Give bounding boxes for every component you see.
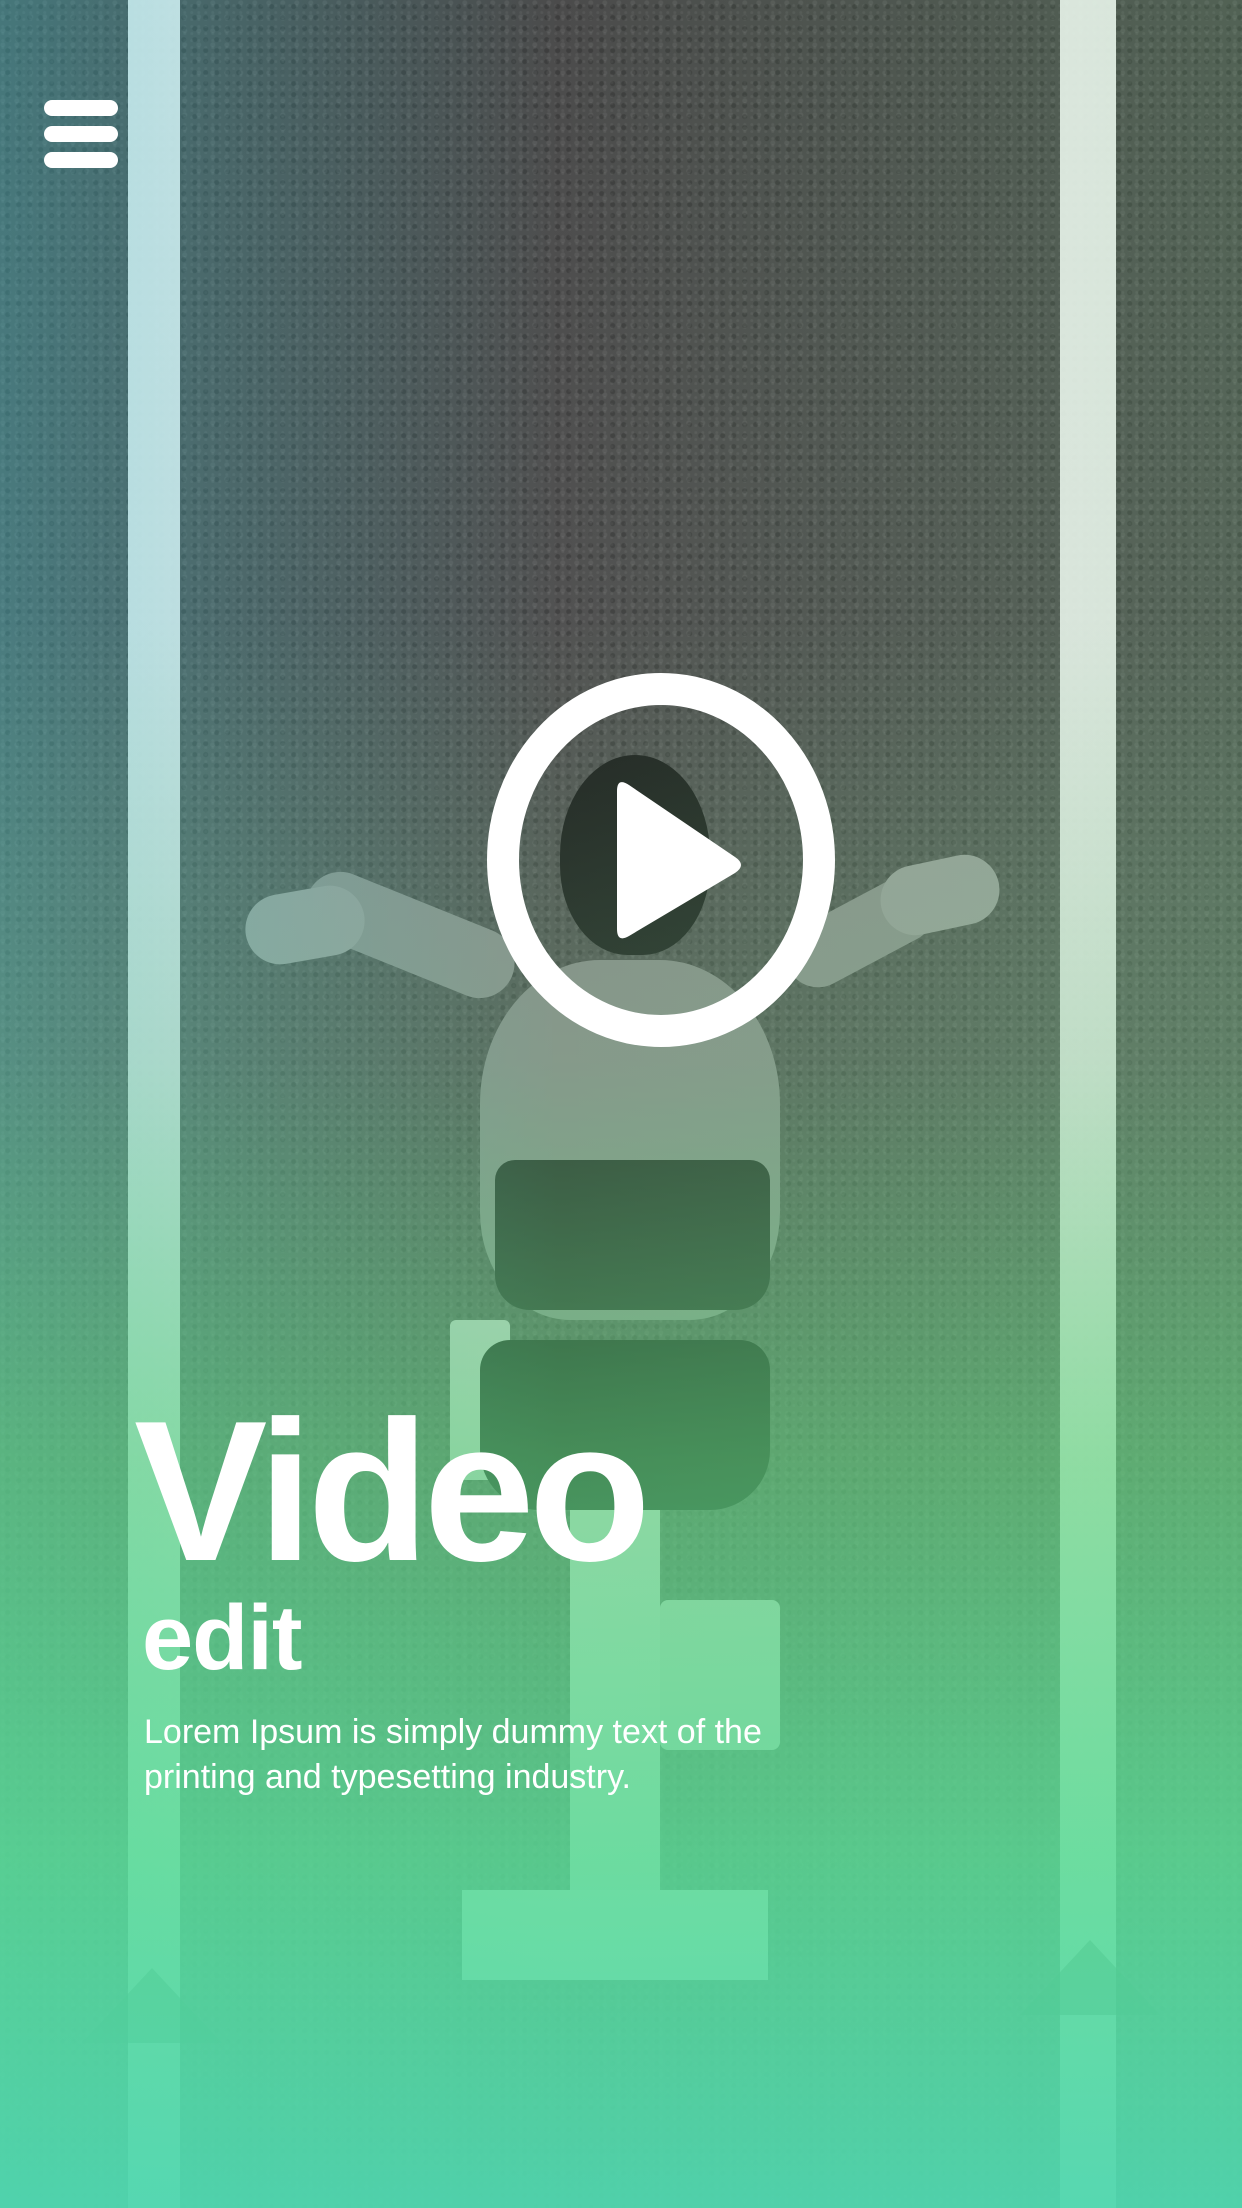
- menu-bar-top: [44, 100, 118, 116]
- hero-subtitle: edit: [142, 1587, 303, 1689]
- play-icon: [487, 673, 835, 1047]
- hero-description: Lorem Ipsum is simply dummy text of the …: [144, 1713, 762, 1796]
- hero-title: Video: [134, 1380, 651, 1603]
- green-gradient-overlay: [0, 0, 1242, 2208]
- menu-bar-middle: [44, 126, 118, 142]
- play-button[interactable]: [487, 673, 835, 1047]
- hero-text-block: Video edit Lorem Ipsum is simply dummy t…: [134, 1392, 854, 1800]
- hamburger-menu-icon[interactable]: [44, 96, 120, 176]
- menu-bar-bottom: [44, 152, 118, 168]
- video-edit-screen: Video edit Lorem Ipsum is simply dummy t…: [0, 0, 1242, 2208]
